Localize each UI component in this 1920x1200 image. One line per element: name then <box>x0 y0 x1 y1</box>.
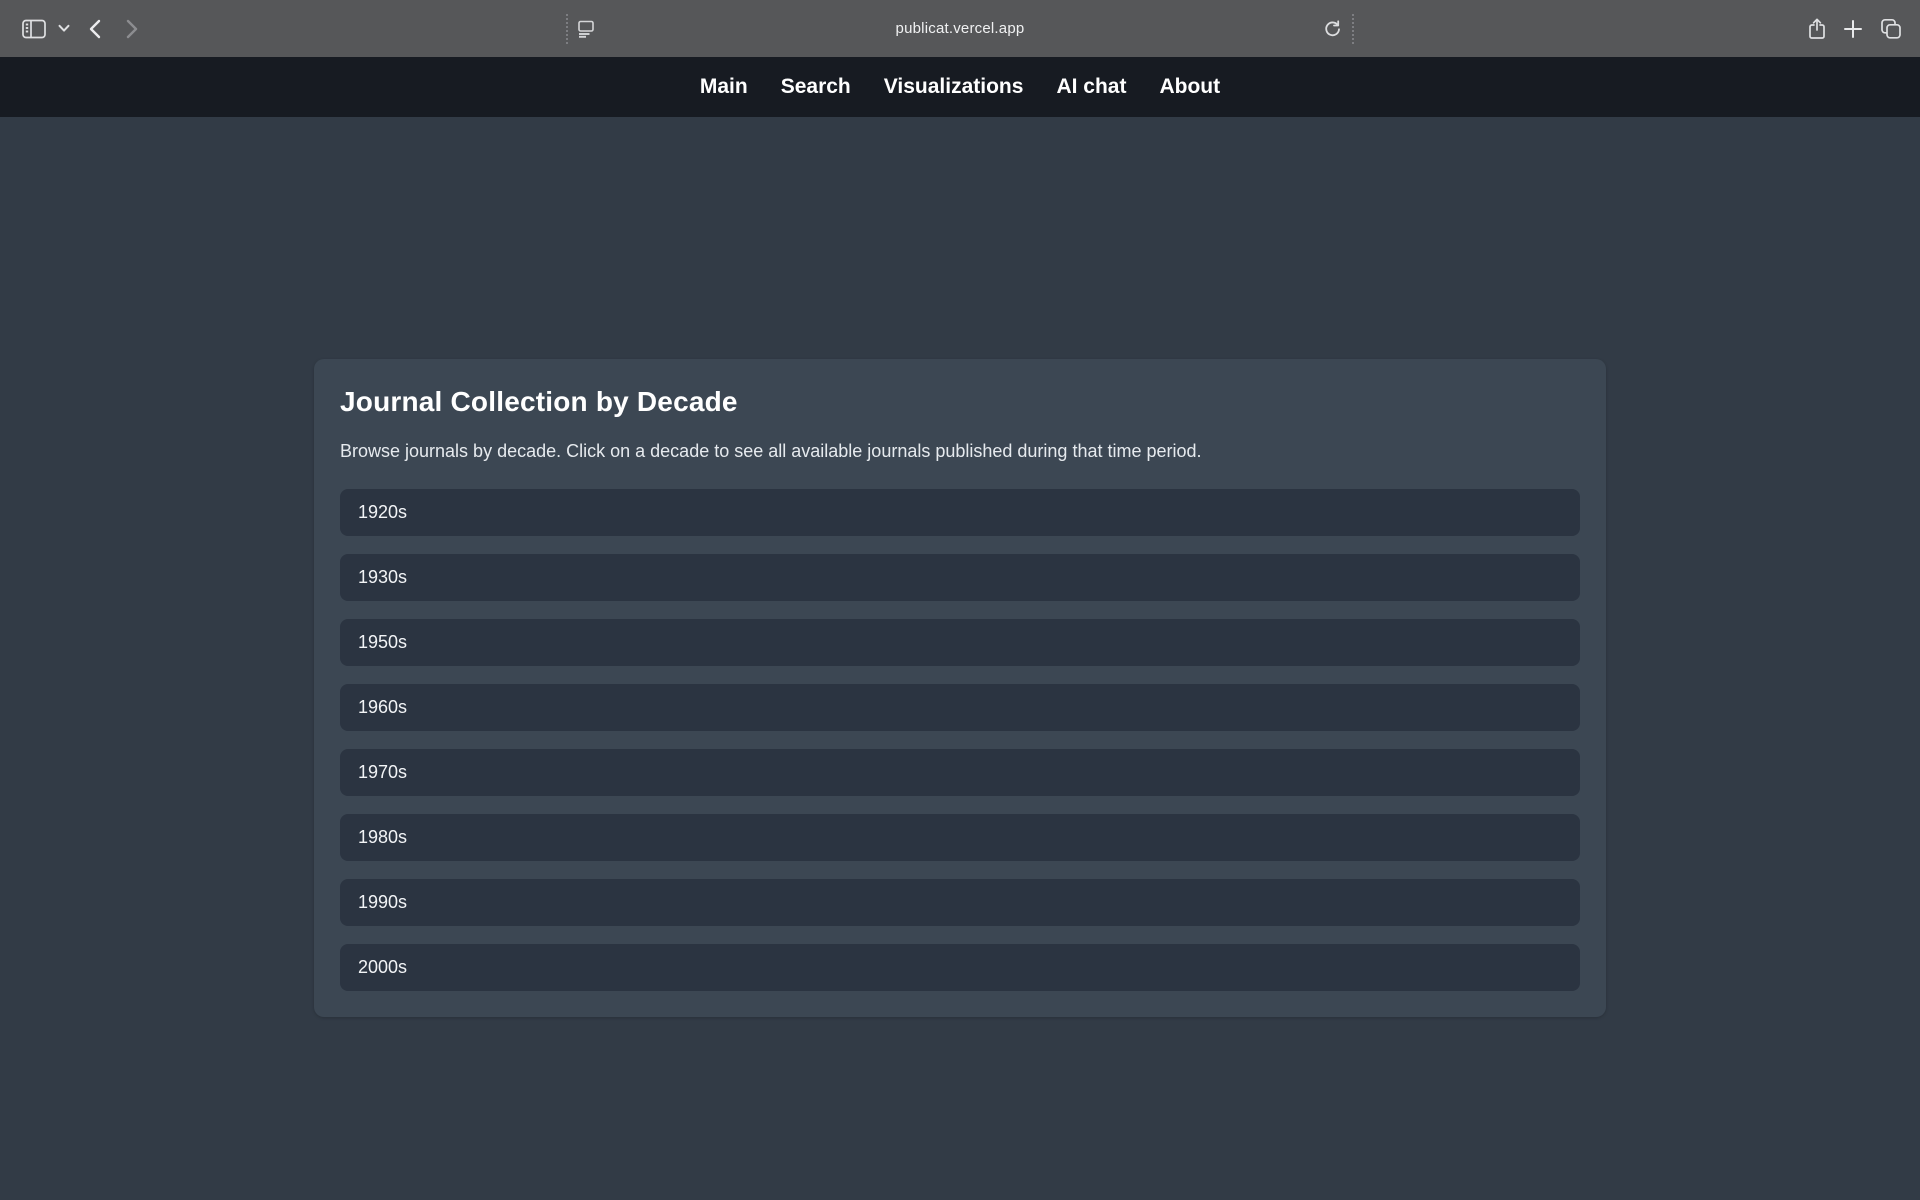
toolbar-right-controls <box>1806 0 1903 57</box>
page-description: Browse journals by decade. Click on a de… <box>340 439 1580 463</box>
site-nav: Main Search Visualizations AI chat About <box>0 57 1920 117</box>
reload-button[interactable] <box>1322 18 1343 39</box>
new-tab-plus-icon <box>1843 19 1863 39</box>
page-content: Journal Collection by Decade Browse jour… <box>0 117 1920 1200</box>
reload-icon <box>1322 18 1343 39</box>
address-bar-url: publicat.vercel.app <box>896 20 1025 37</box>
decade-button[interactable]: 2000s <box>340 944 1580 991</box>
decade-button[interactable]: 1990s <box>340 879 1580 926</box>
journal-collection-card: Journal Collection by Decade Browse jour… <box>314 359 1606 1017</box>
nav-item-about[interactable]: About <box>1159 75 1220 99</box>
address-bar[interactable]: publicat.vercel.app <box>0 0 1920 57</box>
nav-item-main[interactable]: Main <box>700 75 748 99</box>
nav-item-visualizations[interactable]: Visualizations <box>884 75 1024 99</box>
nav-item-search[interactable]: Search <box>781 75 851 99</box>
share-icon <box>1806 17 1828 41</box>
decade-button[interactable]: 1970s <box>340 749 1580 796</box>
decade-button[interactable]: 1960s <box>340 684 1580 731</box>
share-button[interactable] <box>1806 17 1828 41</box>
decade-button[interactable]: 1980s <box>340 814 1580 861</box>
tabs-overview-icon <box>1879 17 1903 41</box>
decade-button[interactable]: 1930s <box>340 554 1580 601</box>
nav-item-ai-chat[interactable]: AI chat <box>1056 75 1126 99</box>
new-tab-button[interactable] <box>1843 19 1863 39</box>
tabs-overview-button[interactable] <box>1879 17 1903 41</box>
page-title: Journal Collection by Decade <box>340 385 1580 419</box>
decade-list: 1920s 1930s 1950s 1960s 1970s 1980s 1990… <box>340 489 1580 991</box>
browser-toolbar: publicat.vercel.app <box>0 0 1920 57</box>
decade-button[interactable]: 1920s <box>340 489 1580 536</box>
toolbar-separator <box>1352 14 1354 44</box>
decade-button[interactable]: 1950s <box>340 619 1580 666</box>
browser-window: publicat.vercel.app <box>0 0 1920 1200</box>
